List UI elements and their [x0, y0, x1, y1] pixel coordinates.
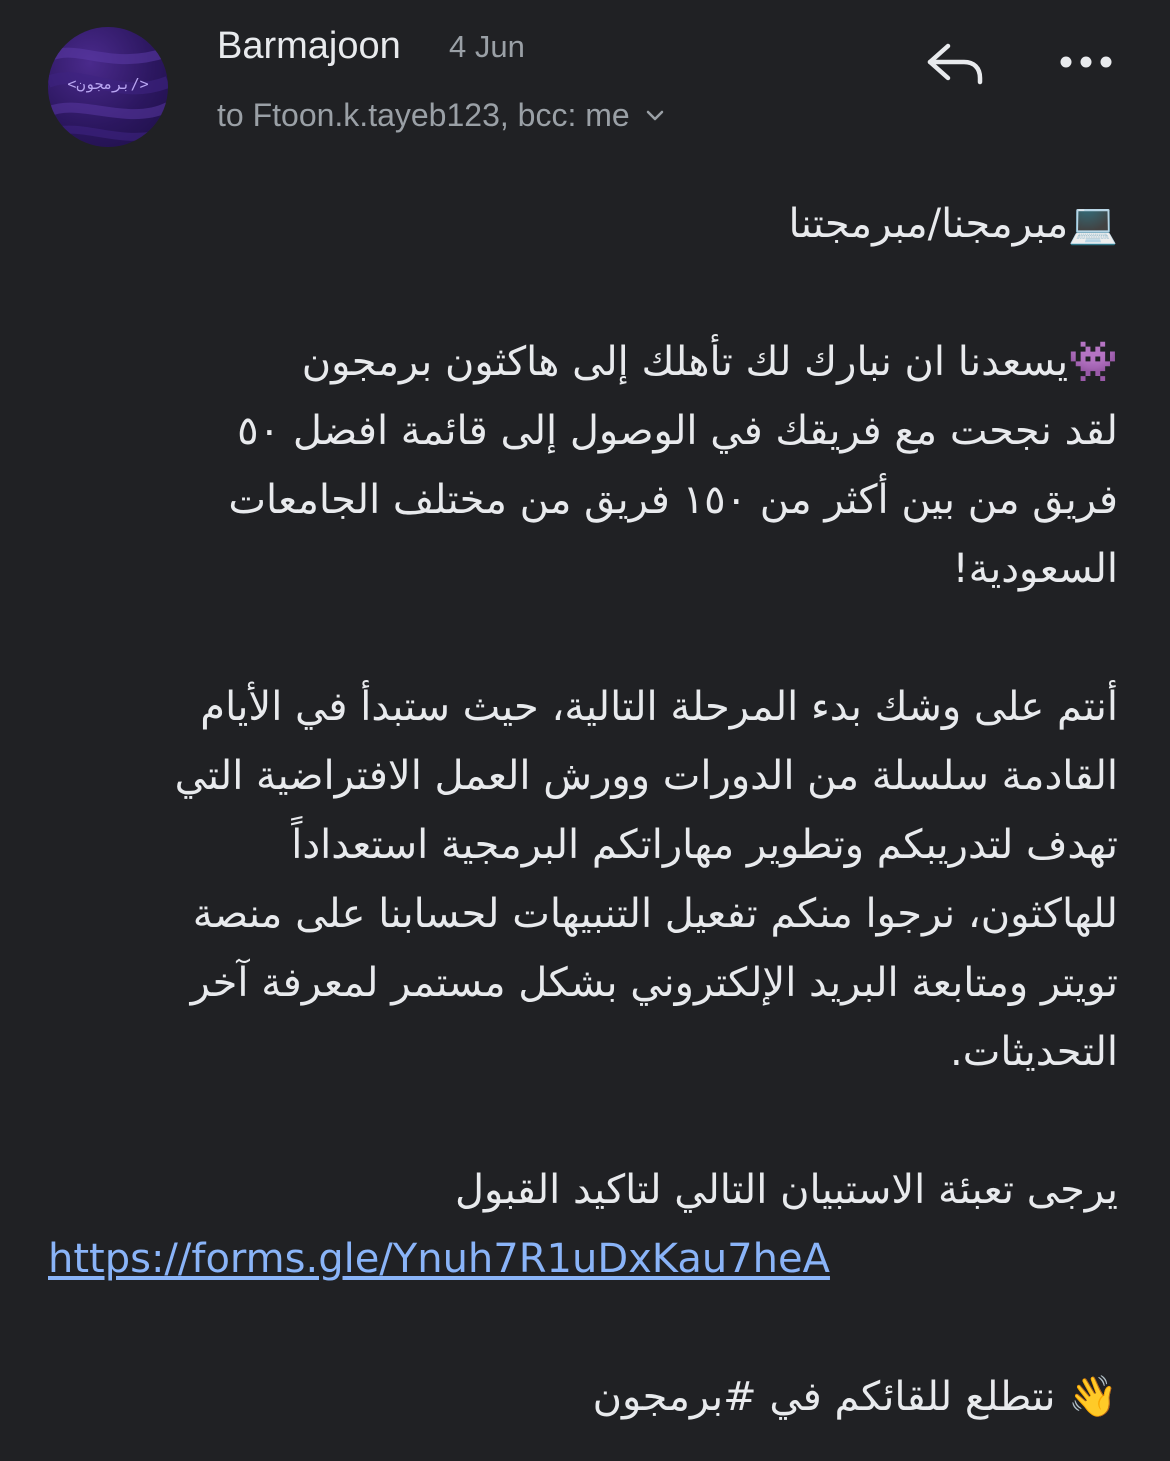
closing: 👋 نتطلع للقائكم في #برمجون: [48, 1363, 1118, 1432]
form-link[interactable]: https://forms.gle/Ynuh7R1uDxKau7heA: [48, 1225, 1118, 1294]
paragraph-line: تويتر ومتابعة البريد الإلكتروني بشكل مست…: [190, 960, 1118, 1006]
paragraph-form: يرجى تعبئة الاستبيان التالي لتاكيد القبو…: [48, 1156, 1118, 1294]
paragraph-line: تهدف لتدريبكم وتطوير مهاراتكم البرمجية ا…: [291, 822, 1118, 868]
paragraph-line: 👾يسعدنا ان نبارك لك تأهلك إلى هاكثون برم…: [301, 339, 1118, 385]
paragraph-line: للهاكثون، نرجوا منكم تفعيل التنبيهات لحس…: [192, 891, 1118, 937]
greeting-line: 💻مبرمجنا/مبرمجتنا: [788, 201, 1119, 247]
recipients-text: to Ftoon.k.tayeb123, bcc: me: [217, 97, 630, 133]
more-options-icon[interactable]: [1058, 50, 1114, 74]
paragraph-next-stage: أنتم على وشك بدء المرحلة التالية، حيث ست…: [48, 673, 1118, 1087]
paragraph-line: فريق من بين أكثر من ١٥٠ فريق من مختلف ال…: [228, 477, 1118, 523]
paragraph-line: التحديثات.: [950, 1029, 1118, 1075]
email-date: 4 Jun: [449, 29, 525, 64]
closing-line: 👋 نتطلع للقائكم في #برمجون: [592, 1374, 1118, 1420]
greeting: 💻مبرمجنا/مبرمجتنا: [48, 190, 1119, 259]
paragraph-qualification: 👾يسعدنا ان نبارك لك تأهلك إلى هاكثون برم…: [48, 328, 1118, 604]
reply-icon[interactable]: [924, 40, 984, 86]
chevron-down-icon[interactable]: [644, 104, 666, 126]
paragraph-line: السعودية!: [952, 546, 1118, 592]
paragraph-line: القادمة سلسلة من الدورات وورش العمل الاف…: [174, 753, 1118, 799]
avatar-logo-text: </برمجون>: [67, 75, 149, 93]
email-body: 💻مبرمجنا/مبرمجتنا 👾يسعدنا ان نبارك لك تأ…: [48, 190, 1118, 1432]
paragraph-line: لقد نجحت مع فريقك في الوصول إلى قائمة اف…: [237, 408, 1118, 454]
form-request-text: يرجى تعبئة الاستبيان التالي لتاكيد القبو…: [454, 1167, 1118, 1213]
sender-avatar[interactable]: </برمجون>: [48, 27, 168, 147]
recipients-toggle[interactable]: to Ftoon.k.tayeb123, bcc: me: [217, 92, 666, 138]
sender-name[interactable]: Barmajoon: [217, 20, 401, 72]
email-header: </برمجون> Barmajoon 4 Jun to Ftoon.k.tay…: [0, 0, 1170, 170]
paragraph-line: أنتم على وشك بدء المرحلة التالية، حيث ست…: [200, 684, 1118, 730]
